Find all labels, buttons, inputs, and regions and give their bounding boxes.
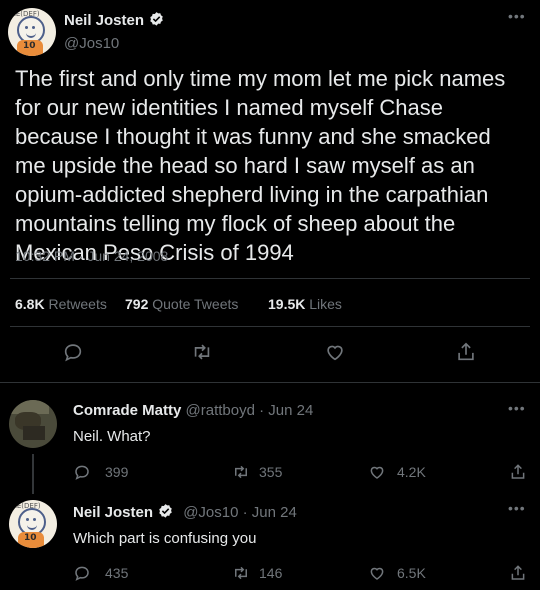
reply-1-like-button[interactable]: 4.2K [368, 463, 426, 481]
author-name-row[interactable]: Neil Josten [64, 11, 165, 29]
reply-button[interactable] [62, 341, 84, 363]
share-icon [458, 342, 474, 361]
reply-avatar-matty[interactable] [9, 400, 57, 448]
like-button[interactable] [324, 341, 346, 363]
reply-2-handle[interactable]: @Jos10 [183, 504, 238, 521]
tweet-text: The first and only time my mom let me pi… [15, 66, 506, 265]
comment-icon [75, 566, 89, 581]
reply-1-like-count: 4.2K [397, 464, 426, 480]
reply-2-retweet-button[interactable]: 146 [231, 564, 282, 582]
reply-2-share-button[interactable] [509, 563, 527, 583]
reply-2-like-count: 6.5K [397, 565, 426, 581]
reply-2-reply-count: 435 [105, 565, 129, 581]
reply-1-handle[interactable]: @rattboyd [186, 402, 255, 419]
reply-2-reply-button[interactable]: 435 [73, 564, 128, 582]
reply-2-time[interactable]: · Jun 24 [243, 504, 297, 521]
share-button[interactable] [455, 340, 477, 364]
retweet-icon [194, 344, 210, 360]
retweet-button[interactable] [190, 341, 214, 363]
tweet-timestamp[interactable]: 10:32 PM · Jun 24, 2008 [15, 248, 168, 264]
reply-1-retweet-count: 355 [259, 464, 283, 480]
comment-icon [64, 344, 82, 362]
reply-1-retweet-button[interactable]: 355 [231, 463, 282, 481]
reply-1-time[interactable]: · Jun 24 [259, 402, 313, 419]
heart-icon [370, 466, 384, 479]
retweet-icon [235, 566, 247, 580]
thread-connector [32, 454, 34, 494]
heart-icon [370, 567, 384, 580]
retweets-stat[interactable]: 6.8K Retweets [15, 296, 107, 312]
reply-1-share-button[interactable] [509, 462, 527, 482]
reply-2-text: Which part is confusing you [73, 530, 257, 547]
quotes-stat[interactable]: 792 Quote Tweets [125, 296, 238, 312]
reply-1-header: Comrade Matty @rattboyd · Jun 24 [73, 402, 313, 419]
ellipsis-icon[interactable]: ••• [508, 500, 526, 516]
likes-stat[interactable]: 19.5K Likes [268, 296, 342, 312]
avatar-number: 10 [23, 41, 36, 51]
retweet-icon [235, 465, 247, 479]
reply-2-name[interactable]: Neil Josten [73, 504, 153, 521]
divider-actions [0, 382, 540, 383]
reply-1-name[interactable]: Comrade Matty [73, 402, 181, 419]
divider-top-stats [10, 278, 530, 279]
author-name[interactable]: Neil Josten [64, 12, 144, 29]
stats-row: 6.8K Retweets [15, 296, 107, 312]
reply-2-like-button[interactable]: 6.5K [368, 564, 426, 582]
author-avatar[interactable]: RE(DEF) 10 [8, 8, 56, 56]
ellipsis-icon[interactable]: ••• [508, 8, 526, 24]
heart-icon [327, 345, 343, 361]
divider-bottom-stats [10, 326, 530, 327]
reply-2-retweet-count: 146 [259, 565, 283, 581]
avatar-number: 10 [24, 533, 37, 543]
author-handle[interactable]: @Jos10 [64, 35, 119, 52]
verified-badge-icon [159, 504, 172, 518]
reply-1-reply-count: 399 [105, 464, 129, 480]
comment-icon [75, 465, 89, 480]
ellipsis-icon[interactable]: ••• [508, 400, 526, 416]
reply-2-header: Neil Josten @Jos10 · Jun 24 [73, 503, 297, 521]
reply-avatar-neil[interactable]: RE(DEF) 10 [9, 500, 57, 548]
reply-1-text: Neil. What? [73, 428, 151, 445]
share-icon [511, 565, 525, 580]
reply-1-reply-button[interactable]: 399 [73, 463, 128, 481]
verified-badge-icon [150, 12, 163, 26]
share-icon [511, 464, 525, 479]
